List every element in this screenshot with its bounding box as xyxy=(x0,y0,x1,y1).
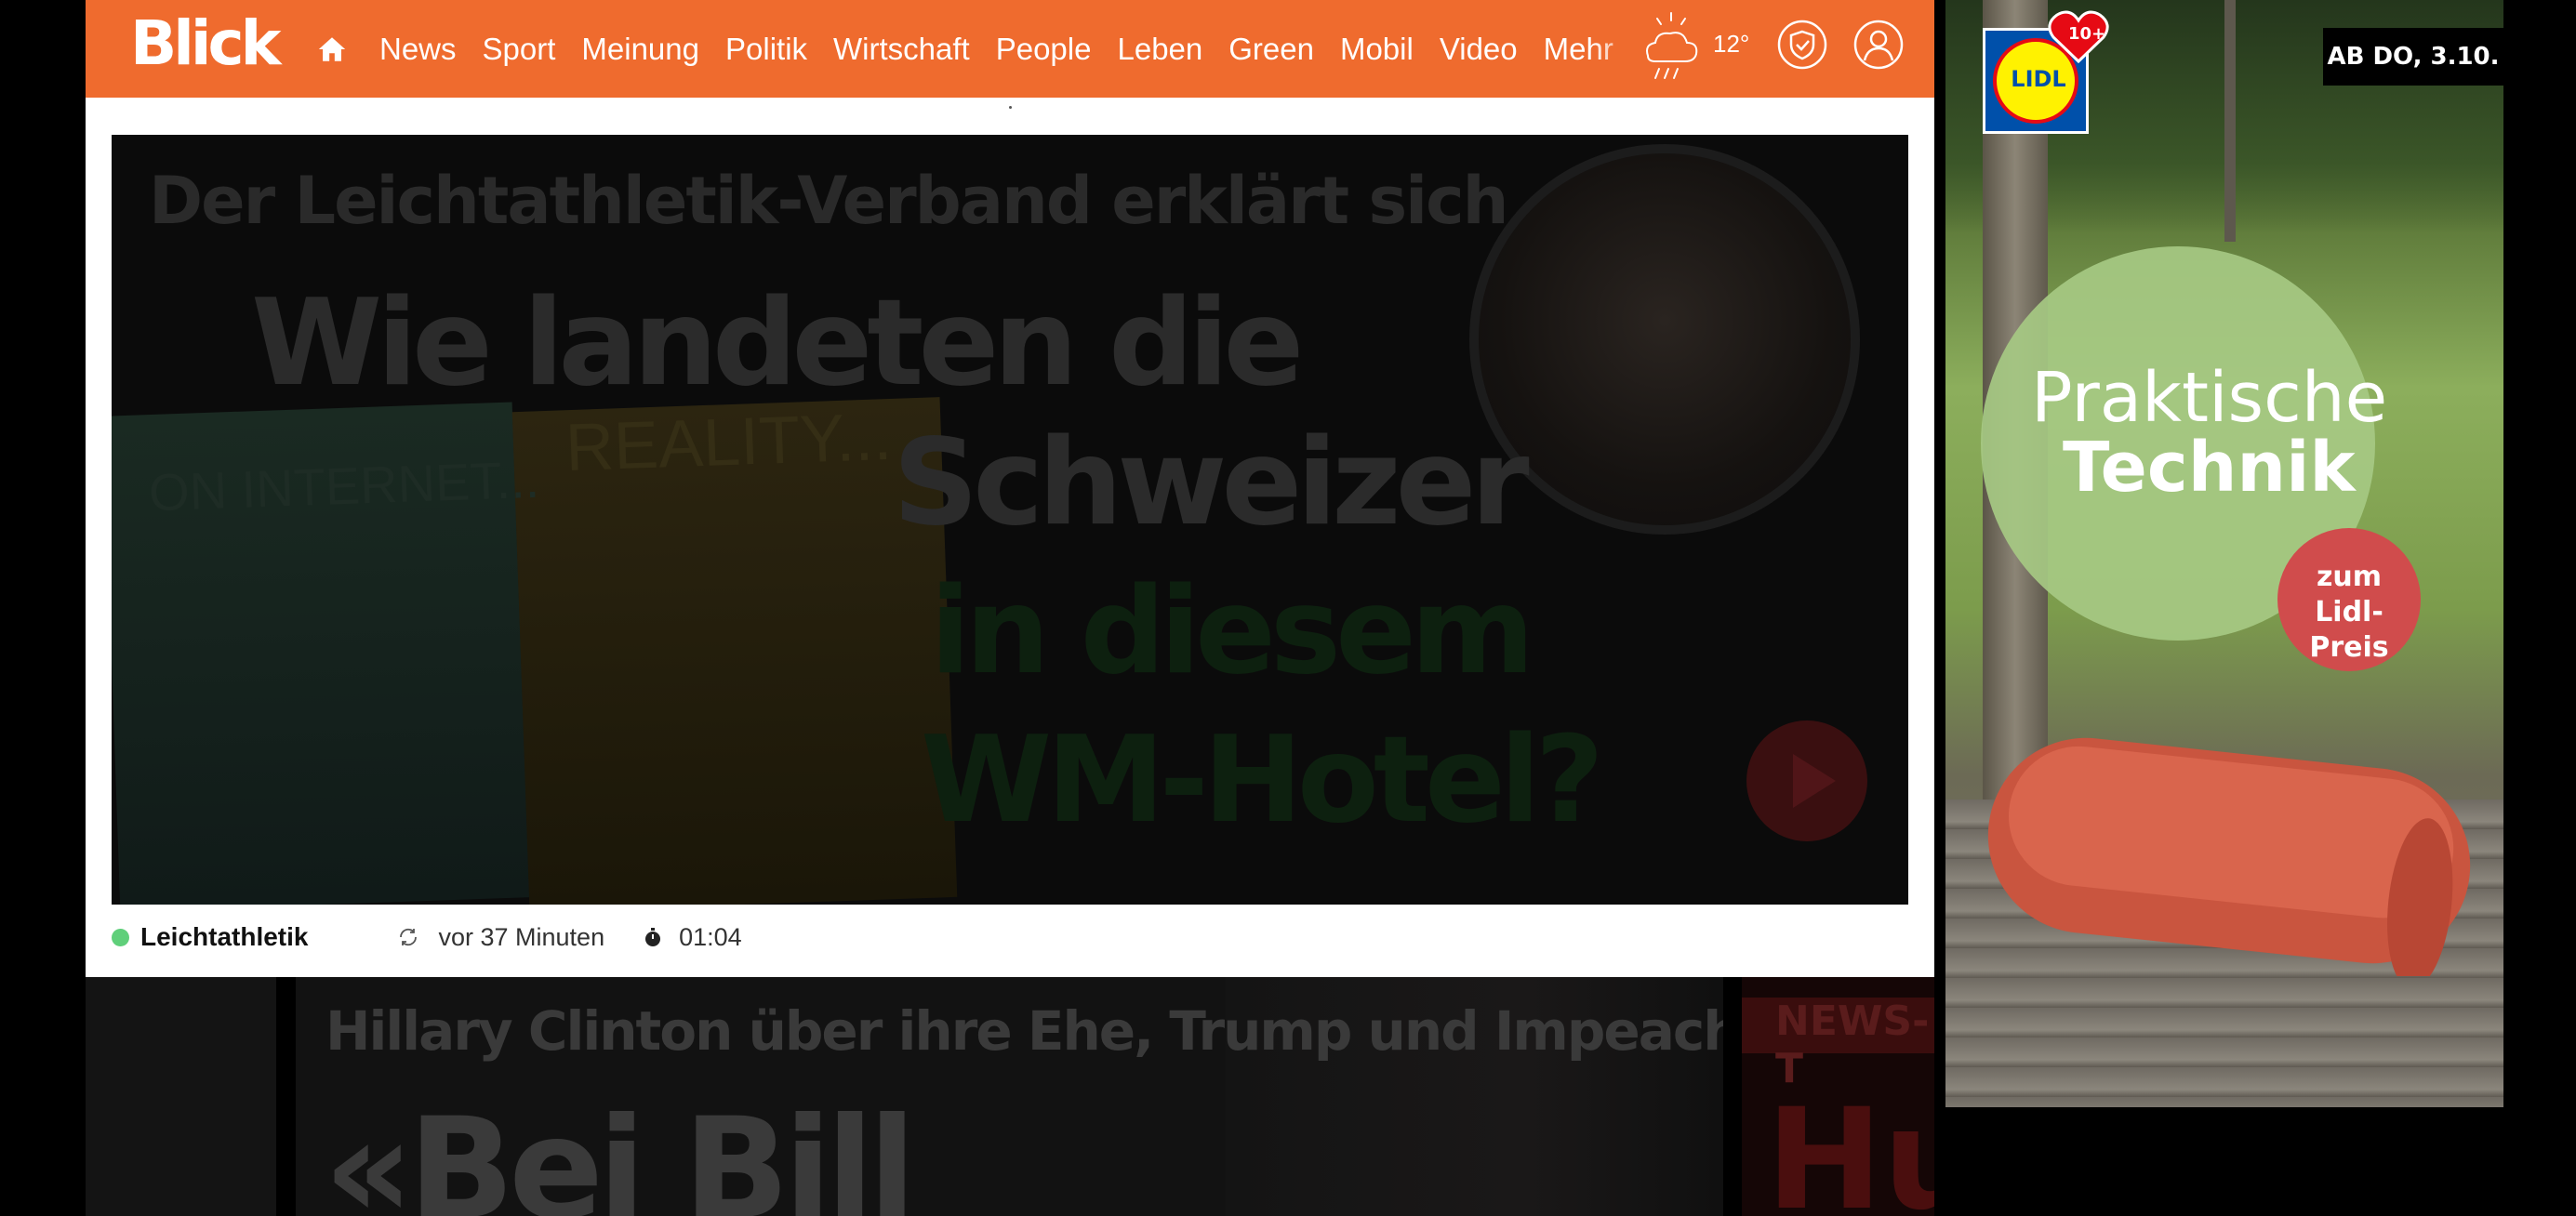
shield-check-icon[interactable] xyxy=(1776,19,1828,71)
video-headline-line-3: in diesem xyxy=(930,562,1534,701)
teaser-right-headline: Hu xyxy=(1766,1079,1934,1216)
lead-article-card: ON INTERNET... REALITY... Der Leichtathl… xyxy=(86,98,1934,977)
play-button[interactable] xyxy=(1746,720,1867,841)
nav-meinung[interactable]: Meinung xyxy=(581,32,699,67)
refresh-icon xyxy=(400,928,418,946)
portrait-image xyxy=(1469,144,1860,535)
ad-title-line-2: Technik xyxy=(2063,428,2356,508)
nav-people[interactable]: People xyxy=(996,32,1092,67)
ad-post-thin xyxy=(2224,0,2236,242)
category-label[interactable]: Leichtathletik xyxy=(140,922,308,952)
user-icon[interactable] xyxy=(1852,19,1905,71)
teaser-card-right[interactable]: NEWS-T Hu xyxy=(1742,977,1934,1216)
cloud-rain-sun-icon xyxy=(1646,12,1698,79)
ad-price-line-2: Lidl-Preis xyxy=(2309,596,2389,664)
updated-time: vor 37 Minuten xyxy=(438,922,605,951)
teaser-card-main[interactable]: Hillary Clinton über ihre Ehe, Trump und… xyxy=(296,977,1723,1216)
blick-logo[interactable]: Blick xyxy=(130,13,282,74)
nav-sport[interactable]: Sport xyxy=(483,32,556,67)
video-duration: 01:04 xyxy=(679,922,742,951)
video-player[interactable]: ON INTERNET... REALITY... Der Leichtathl… xyxy=(112,135,1908,905)
ad-date-badge: AB DO, 3.10. xyxy=(2323,28,2503,86)
video-headline-line-2: Schweizer xyxy=(893,414,1530,552)
ad-price-badge: zum Lidl-Preis xyxy=(2277,528,2421,671)
nav-video[interactable]: Video xyxy=(1440,32,1518,67)
video-kicker: Der Leichtathletik-Verband erklärt sich xyxy=(149,163,1508,239)
article-meta: Leichtathletik vor 37 Minuten 01:04 xyxy=(112,916,742,958)
lidl-advertisement[interactable]: LIDL 10+ AB DO, 3.10. Praktische Technik… xyxy=(1945,0,2503,1107)
ad-title-line-1: Praktische xyxy=(2031,358,2388,438)
video-headline-line-4: WM-Hotel? xyxy=(921,711,1604,850)
nav-politik[interactable]: Politik xyxy=(725,32,807,67)
nav-leben[interactable]: Leben xyxy=(1117,32,1202,67)
site-header: Blick News Sport Meinung Politik Wirtsch… xyxy=(86,0,1934,98)
nav-mobil[interactable]: Mobil xyxy=(1340,32,1414,67)
teaser-tag: NEWS-T xyxy=(1742,998,1934,1092)
nav-news[interactable]: News xyxy=(379,32,457,67)
home-icon[interactable] xyxy=(316,33,348,65)
ad-price-line-1: zum xyxy=(2316,561,2383,593)
teaser-kicker: Hillary Clinton über ihre Ehe, Trump und… xyxy=(325,999,1723,1063)
nav-green[interactable]: Green xyxy=(1228,32,1314,67)
video-headline-line-1: Wie landeten die xyxy=(251,274,1304,413)
category-dot xyxy=(112,928,129,946)
nav-wirtschaft[interactable]: Wirtschaft xyxy=(833,32,970,67)
anniversary-badge-icon: 10+ xyxy=(2048,10,2109,64)
ad-dot xyxy=(1009,106,1012,109)
main-navigation: News Sport Meinung Politik Wirtschaft Pe… xyxy=(379,0,1709,98)
svg-text:10+: 10+ xyxy=(2068,24,2105,44)
stopwatch-icon xyxy=(645,928,661,946)
teaser-card-left[interactable] xyxy=(86,977,276,1216)
teaser-headline: «Bei Bill xyxy=(324,1089,916,1216)
temperature: 12° xyxy=(1713,30,1750,58)
bluetooth-speaker-image xyxy=(1987,737,2471,976)
